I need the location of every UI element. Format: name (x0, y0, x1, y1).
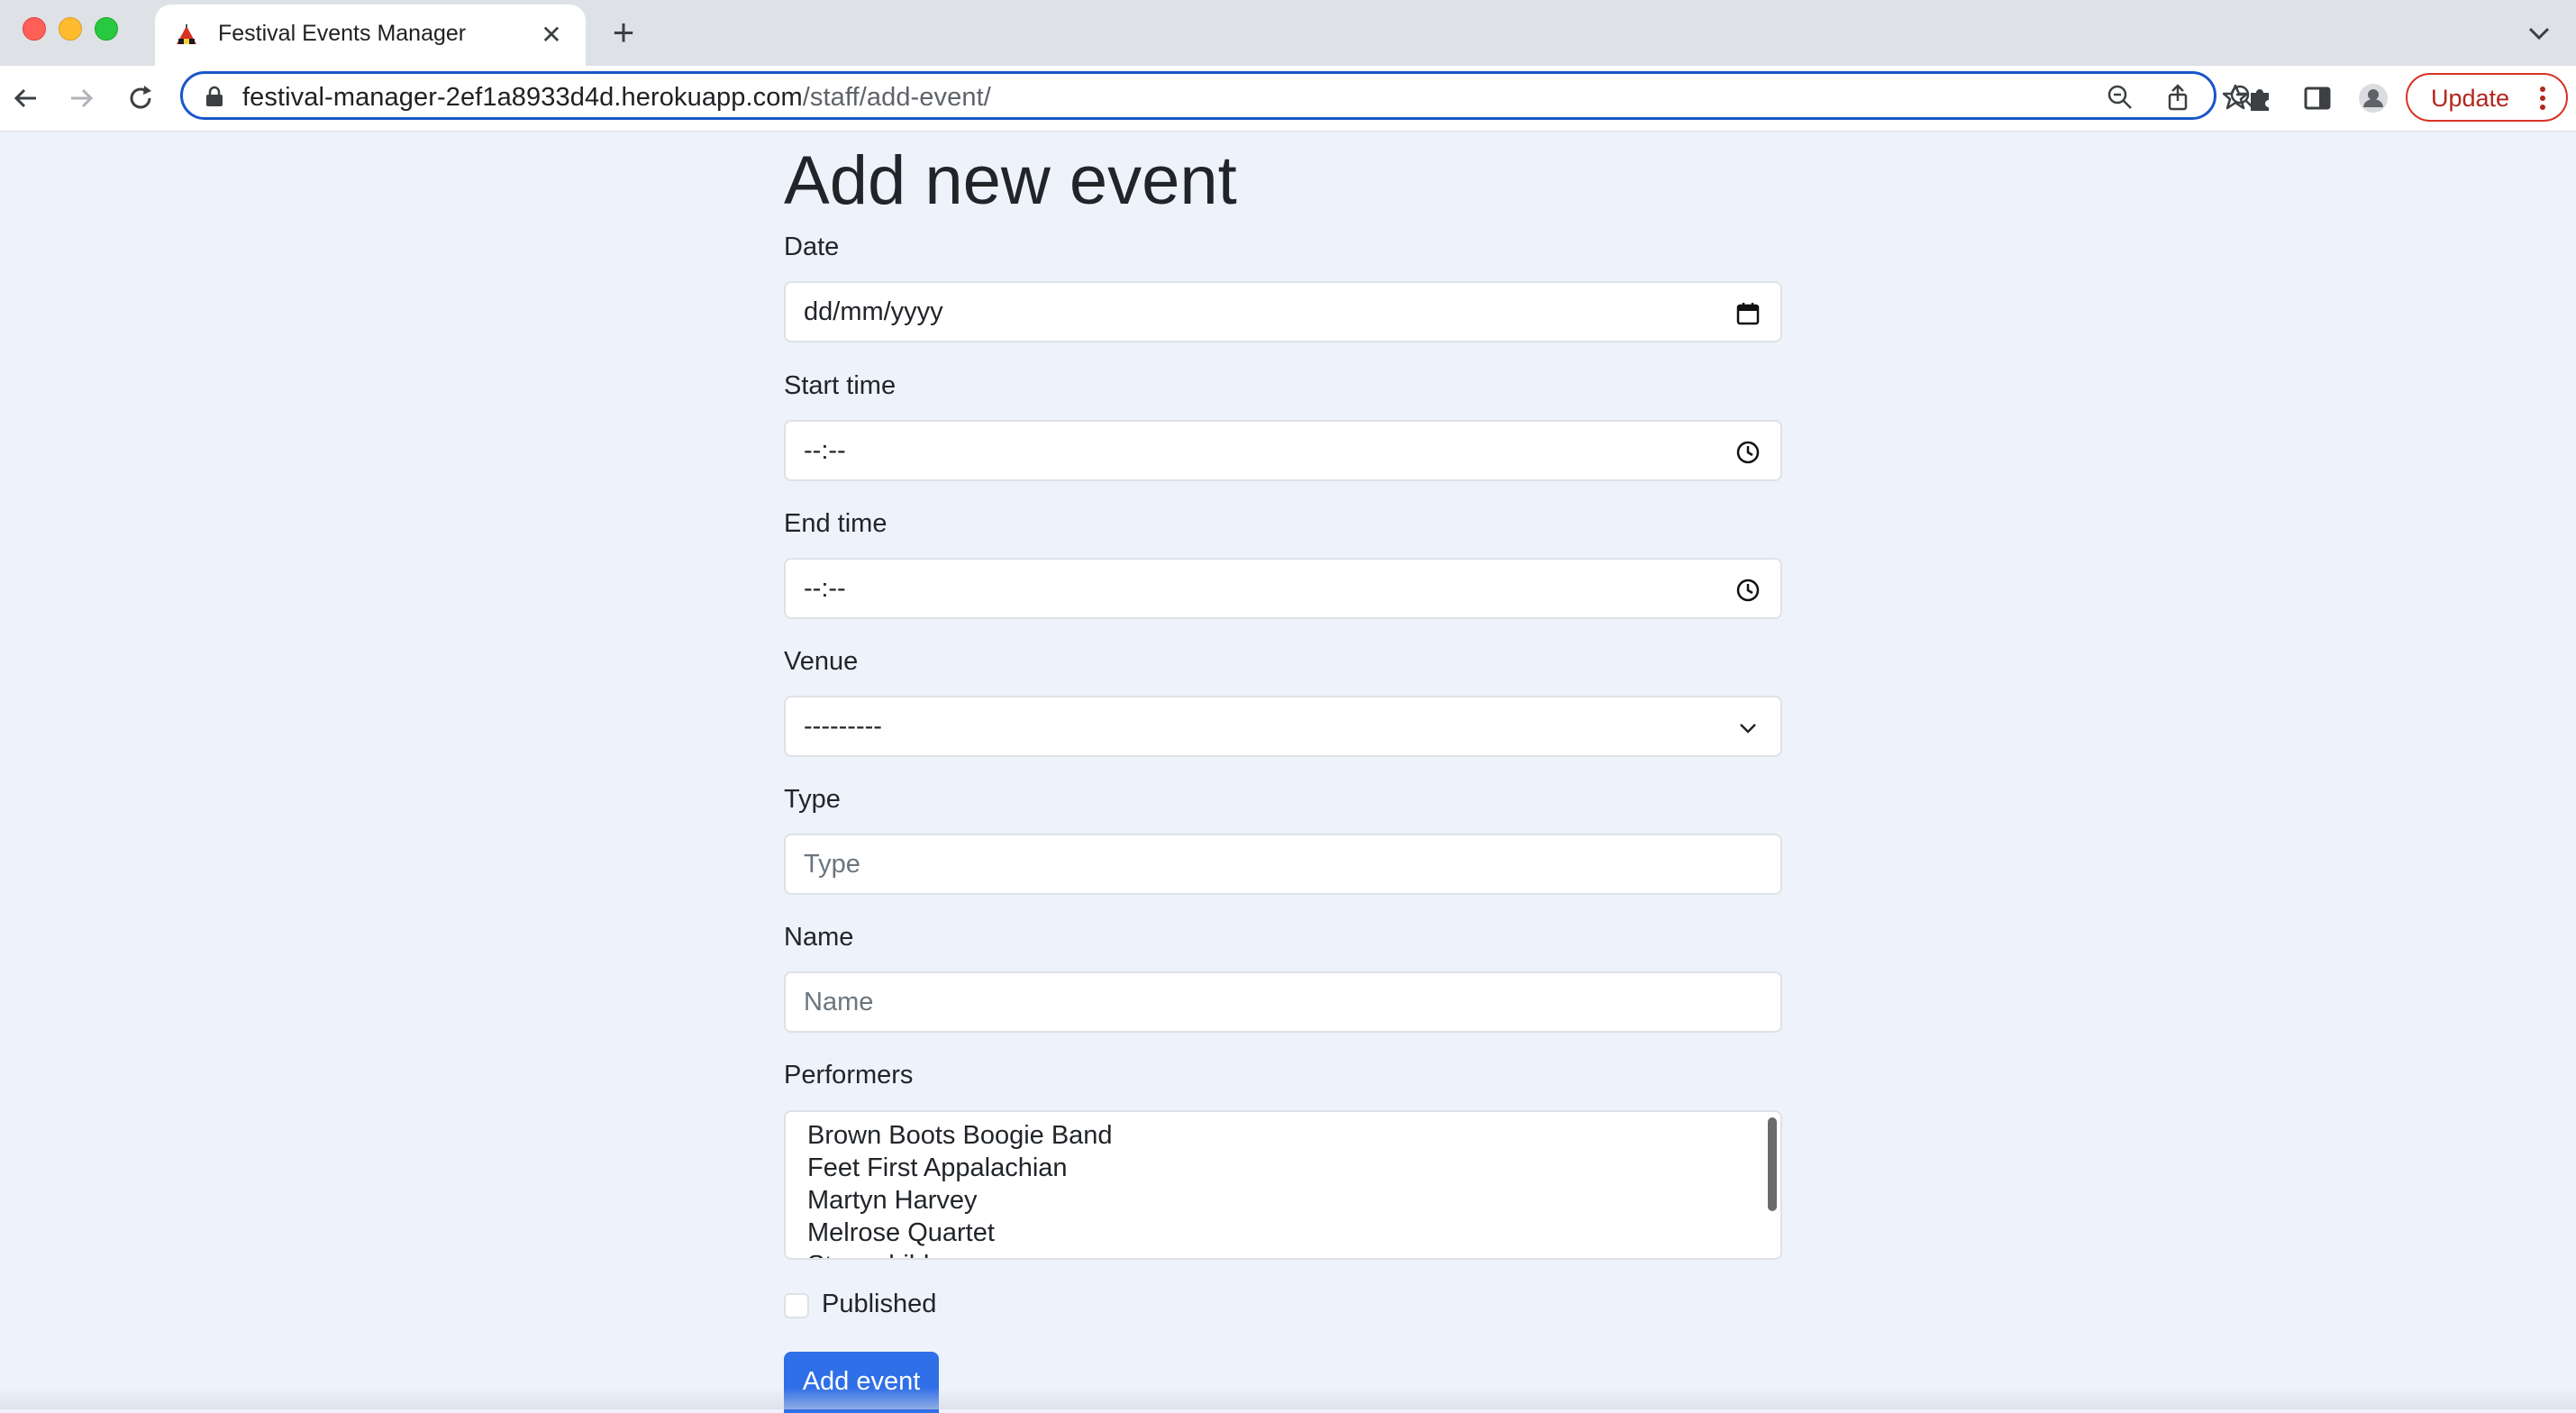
type-label: Type (784, 785, 841, 814)
update-button[interactable]: Update (2406, 73, 2568, 122)
lock-icon[interactable] (205, 86, 224, 107)
share-icon[interactable] (2163, 83, 2192, 112)
performers-scrollbar[interactable] (1766, 1114, 1779, 1258)
name-label: Name (784, 923, 854, 952)
performer-option[interactable]: Brown Boots Boogie Band (807, 1119, 1113, 1152)
performer-option[interactable]: Feet First Appalachian (807, 1152, 1113, 1184)
zoom-out-icon[interactable] (2106, 83, 2135, 112)
tab-title: Festival Events Manager (218, 21, 467, 46)
close-tab-icon[interactable]: ✕ (537, 21, 566, 50)
performers-label: Performers (784, 1061, 914, 1089)
browser-toolbar: festival-manager-2ef1a8933d4d.herokuapp.… (0, 66, 2576, 132)
clock-icon[interactable] (1735, 440, 1761, 465)
date-value: dd/mm/yyyy (804, 297, 943, 326)
side-panel-icon[interactable] (2301, 82, 2334, 114)
published-label[interactable]: Published (822, 1290, 936, 1319)
chevron-down-icon (1740, 724, 1756, 734)
profile-avatar-icon[interactable] (2357, 82, 2389, 114)
forward-arrow-icon[interactable] (66, 82, 98, 114)
date-label: Date (784, 232, 840, 261)
page-bottom-shadow (0, 1388, 2576, 1409)
page-title: Add new event (784, 142, 1237, 219)
more-vertical-icon (2540, 87, 2545, 110)
url-path: /staff/add-event/ (802, 83, 991, 112)
start-time-input[interactable]: --:-- (784, 420, 1782, 481)
url-text[interactable]: festival-manager-2ef1a8933d4d.herokuapp.… (242, 83, 991, 113)
end-time-input[interactable]: --:-- (784, 558, 1782, 619)
clock-icon[interactable] (1735, 578, 1761, 603)
address-bar[interactable]: festival-manager-2ef1a8933d4d.herokuapp.… (180, 71, 2254, 120)
performer-option[interactable]: Martyn Harvey (807, 1184, 1113, 1217)
url-host: festival-manager-2ef1a8933d4d.herokuapp.… (242, 83, 803, 112)
new-tab-icon[interactable]: + (605, 14, 642, 51)
end-time-label: End time (784, 509, 887, 538)
reload-icon[interactable] (124, 82, 157, 114)
type-input[interactable]: Type (784, 834, 1782, 895)
calendar-icon[interactable] (1735, 301, 1761, 326)
maximize-window-button[interactable] (95, 17, 118, 41)
minimize-window-button[interactable] (59, 17, 82, 41)
start-time-value: --:-- (804, 436, 846, 465)
venue-select[interactable]: --------- (784, 696, 1782, 757)
scrollbar-thumb[interactable] (1768, 1117, 1777, 1211)
published-checkbox[interactable] (784, 1293, 809, 1318)
back-arrow-icon[interactable] (9, 82, 41, 114)
start-time-label: Start time (784, 371, 897, 400)
update-label: Update (2431, 85, 2510, 112)
performer-option[interactable]: Melrose Quartet (807, 1217, 1113, 1249)
name-placeholder: Name (804, 988, 874, 1016)
performers-multiselect[interactable]: Brown Boots Boogie Band Feet First Appal… (784, 1110, 1782, 1260)
type-placeholder: Type (804, 850, 860, 879)
venue-value: --------- (804, 712, 882, 741)
name-input[interactable]: Name (784, 971, 1782, 1033)
tent-favicon-icon (177, 24, 196, 44)
tab-bar: Festival Events Manager ✕ + (0, 0, 2576, 66)
venue-label: Venue (784, 647, 859, 676)
performer-option[interactable]: Stonechild (807, 1249, 1113, 1258)
end-time-value: --:-- (804, 574, 846, 603)
date-input[interactable]: dd/mm/yyyy (784, 281, 1782, 342)
browser-tab[interactable]: Festival Events Manager ✕ (155, 5, 586, 66)
extensions-puzzle-icon[interactable] (2244, 82, 2276, 114)
chevron-down-icon[interactable] (2523, 20, 2555, 47)
close-window-button[interactable] (23, 17, 46, 41)
performers-list: Brown Boots Boogie Band Feet First Appal… (807, 1119, 1113, 1258)
